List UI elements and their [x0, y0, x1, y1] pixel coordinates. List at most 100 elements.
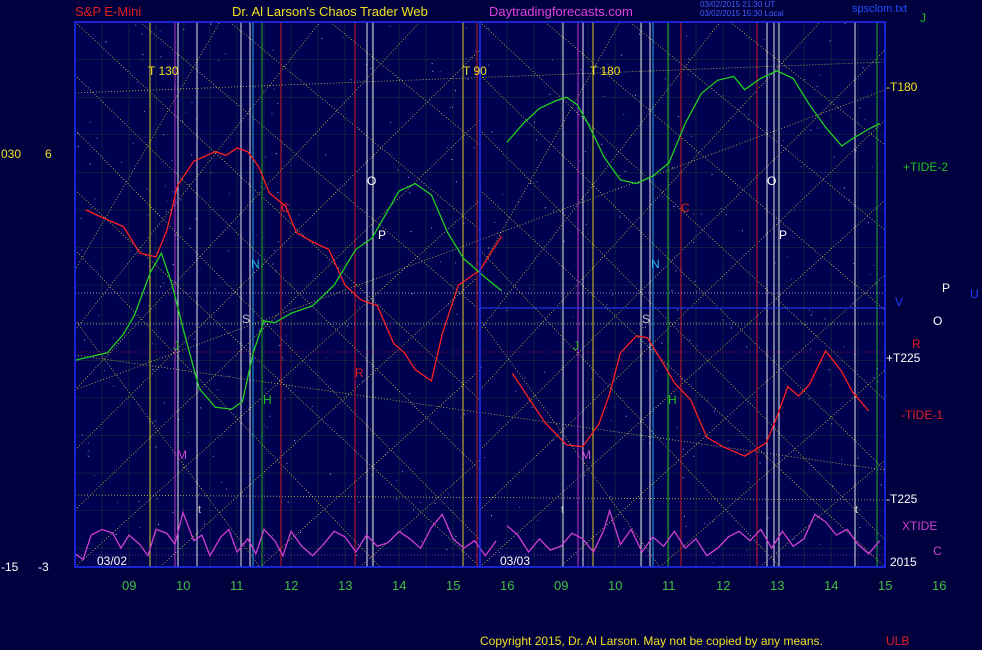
- star-dot: [94, 198, 96, 200]
- label-r-1: R: [355, 366, 364, 380]
- header-site-title: Dr. Al Larson's Chaos Trader Web: [232, 4, 428, 19]
- right-label-c: C: [933, 544, 942, 558]
- star-dot: [498, 551, 500, 553]
- star-dot: [536, 181, 538, 183]
- star-dot: [87, 442, 89, 444]
- star-dot: [619, 216, 621, 218]
- star-dot: [282, 357, 283, 359]
- star-dot: [277, 103, 279, 105]
- hour-tick-label: 09: [122, 578, 136, 593]
- star-dot: [590, 378, 592, 380]
- star-dot: [193, 338, 195, 340]
- right-label-year: 2015: [890, 555, 917, 569]
- star-dot: [152, 369, 154, 371]
- star-dot: [266, 427, 268, 428]
- star-dot: [113, 385, 115, 387]
- star-dot: [631, 346, 633, 348]
- star-dot: [624, 170, 626, 172]
- star-dot: [407, 177, 409, 178]
- star-dot: [746, 346, 747, 348]
- star-dot: [655, 370, 657, 372]
- header-site-url[interactable]: Daytradingforecasts.com: [489, 4, 633, 19]
- star-dot: [358, 306, 360, 308]
- star-dot: [96, 137, 98, 139]
- star-dot: [852, 302, 854, 304]
- star-dot: [159, 286, 161, 288]
- star-dot: [408, 393, 410, 395]
- star-dot: [183, 28, 185, 30]
- star-dot: [265, 156, 266, 158]
- star-dot: [115, 533, 117, 535]
- star-dot: [217, 389, 219, 391]
- star-dot: [183, 508, 185, 510]
- label-n-2: N: [651, 257, 660, 271]
- star-dot: [228, 250, 230, 252]
- star-dot: [848, 199, 850, 201]
- star-dot: [819, 543, 821, 545]
- star-dot: [829, 40, 831, 42]
- star-dot: [346, 325, 348, 327]
- star-dot: [185, 111, 187, 113]
- star-dot: [549, 93, 551, 95]
- right-label-o: O: [933, 314, 942, 328]
- star-dot: [585, 224, 587, 225]
- star-dot: [880, 484, 882, 486]
- star-dot: [278, 241, 279, 243]
- right-label-tide2: +TIDE-2: [903, 160, 948, 174]
- star-dot: [843, 346, 845, 348]
- star-dot: [698, 433, 700, 435]
- star-dot: [515, 390, 517, 392]
- star-dot: [488, 64, 490, 66]
- star-dot: [300, 531, 302, 533]
- star-dot: [635, 94, 636, 96]
- star-dot: [672, 167, 674, 169]
- star-dot: [421, 540, 422, 542]
- star-dot: [272, 534, 274, 536]
- label-t-2: t: [561, 504, 564, 516]
- star-dot: [606, 304, 608, 305]
- star-dot: [664, 78, 666, 80]
- star-dot: [370, 68, 372, 70]
- star-dot: [117, 502, 119, 504]
- star-dot: [147, 214, 149, 216]
- star-dot: [284, 398, 286, 400]
- star-dot: [431, 63, 433, 65]
- star-dot: [585, 151, 586, 153]
- star-dot: [871, 166, 873, 168]
- star-dot: [584, 474, 586, 476]
- star-dot: [272, 49, 274, 51]
- star-dot: [810, 314, 812, 316]
- star-dot: [460, 417, 462, 419]
- right-label-j: J: [920, 11, 926, 25]
- star-dot: [694, 280, 696, 282]
- star-dot: [148, 305, 150, 307]
- star-dot: [684, 515, 685, 517]
- hour-tick-label: 12: [716, 578, 730, 593]
- star-dot: [88, 450, 90, 452]
- star-dot: [824, 318, 826, 320]
- star-dot: [531, 406, 533, 408]
- star-dot: [873, 264, 875, 266]
- star-dot: [759, 462, 761, 464]
- star-dot: [410, 231, 412, 232]
- star-dot: [812, 311, 813, 313]
- star-dot: [163, 402, 165, 404]
- star-dot: [470, 56, 472, 58]
- star-dot: [146, 188, 148, 190]
- right-label-p: P: [942, 281, 950, 295]
- star-dot: [579, 160, 581, 162]
- star-dot: [609, 495, 611, 497]
- star-dot: [662, 196, 664, 198]
- hour-tick-label: 16: [932, 578, 946, 593]
- star-dot: [358, 501, 360, 503]
- star-dot: [693, 455, 695, 457]
- label-h-1: H: [263, 393, 272, 407]
- star-dot: [642, 327, 644, 329]
- star-dot: [862, 67, 864, 69]
- star-dot: [455, 262, 457, 264]
- hour-tick-label: 12: [284, 578, 298, 593]
- star-dot: [623, 528, 625, 530]
- star-dot: [271, 112, 273, 114]
- hour-tick-label: 15: [446, 578, 460, 593]
- star-dot: [673, 206, 675, 208]
